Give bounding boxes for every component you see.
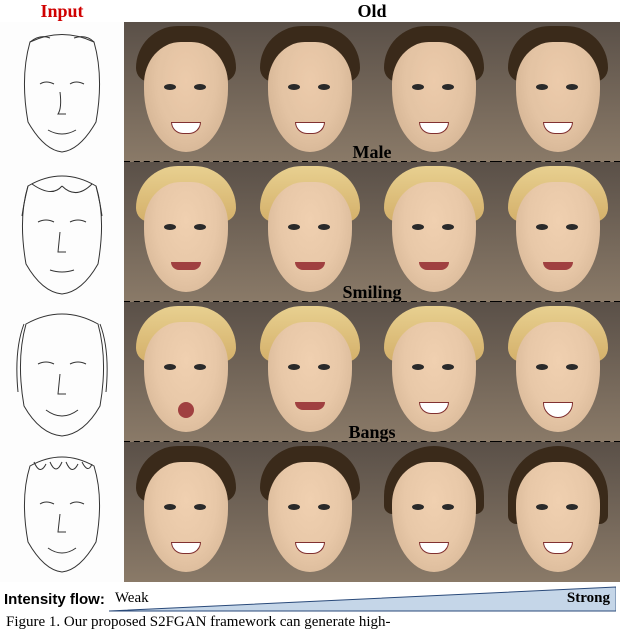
sketch-0 [0,22,124,162]
row-attr-0: Old [124,0,620,22]
sketch-3 [0,442,124,582]
figure-caption: Figure 1. Our proposed S2FGAN framework … [0,612,620,632]
sketch-cell-0 [0,22,124,162]
photo-3-0: Bangs [124,442,248,582]
photo-1-3 [496,162,620,302]
intensity-flow-label: Intensity flow: [4,591,105,608]
intensity-strong-label: Strong [567,590,610,607]
figure-grid: Input Old [0,0,620,632]
sketch-2 [0,302,124,442]
row-attr-2: Smiling [124,282,620,303]
sketch-1 [0,162,124,302]
input-column-label: Input [0,0,124,22]
sketch-cell-2 [0,302,124,442]
photo-3-1 [248,442,372,582]
sep-1 [124,162,496,302]
row-attr-3: Bangs [124,422,620,443]
photo-3-3 [496,442,620,582]
photo-3-2 [372,442,496,582]
sep-2 [124,302,496,442]
row-attr-1: Male [124,142,620,163]
photo-0-3 [496,22,620,162]
sketch-cell-3 [0,442,124,582]
sep-0 [124,22,496,162]
intensity-wedge: Weak Strong [109,586,616,612]
intensity-flow-row: Intensity flow: Weak Strong [0,582,620,612]
photo-2-3 [496,302,620,442]
intensity-weak-label: Weak [115,590,149,607]
sketch-cell-1 [0,162,124,302]
